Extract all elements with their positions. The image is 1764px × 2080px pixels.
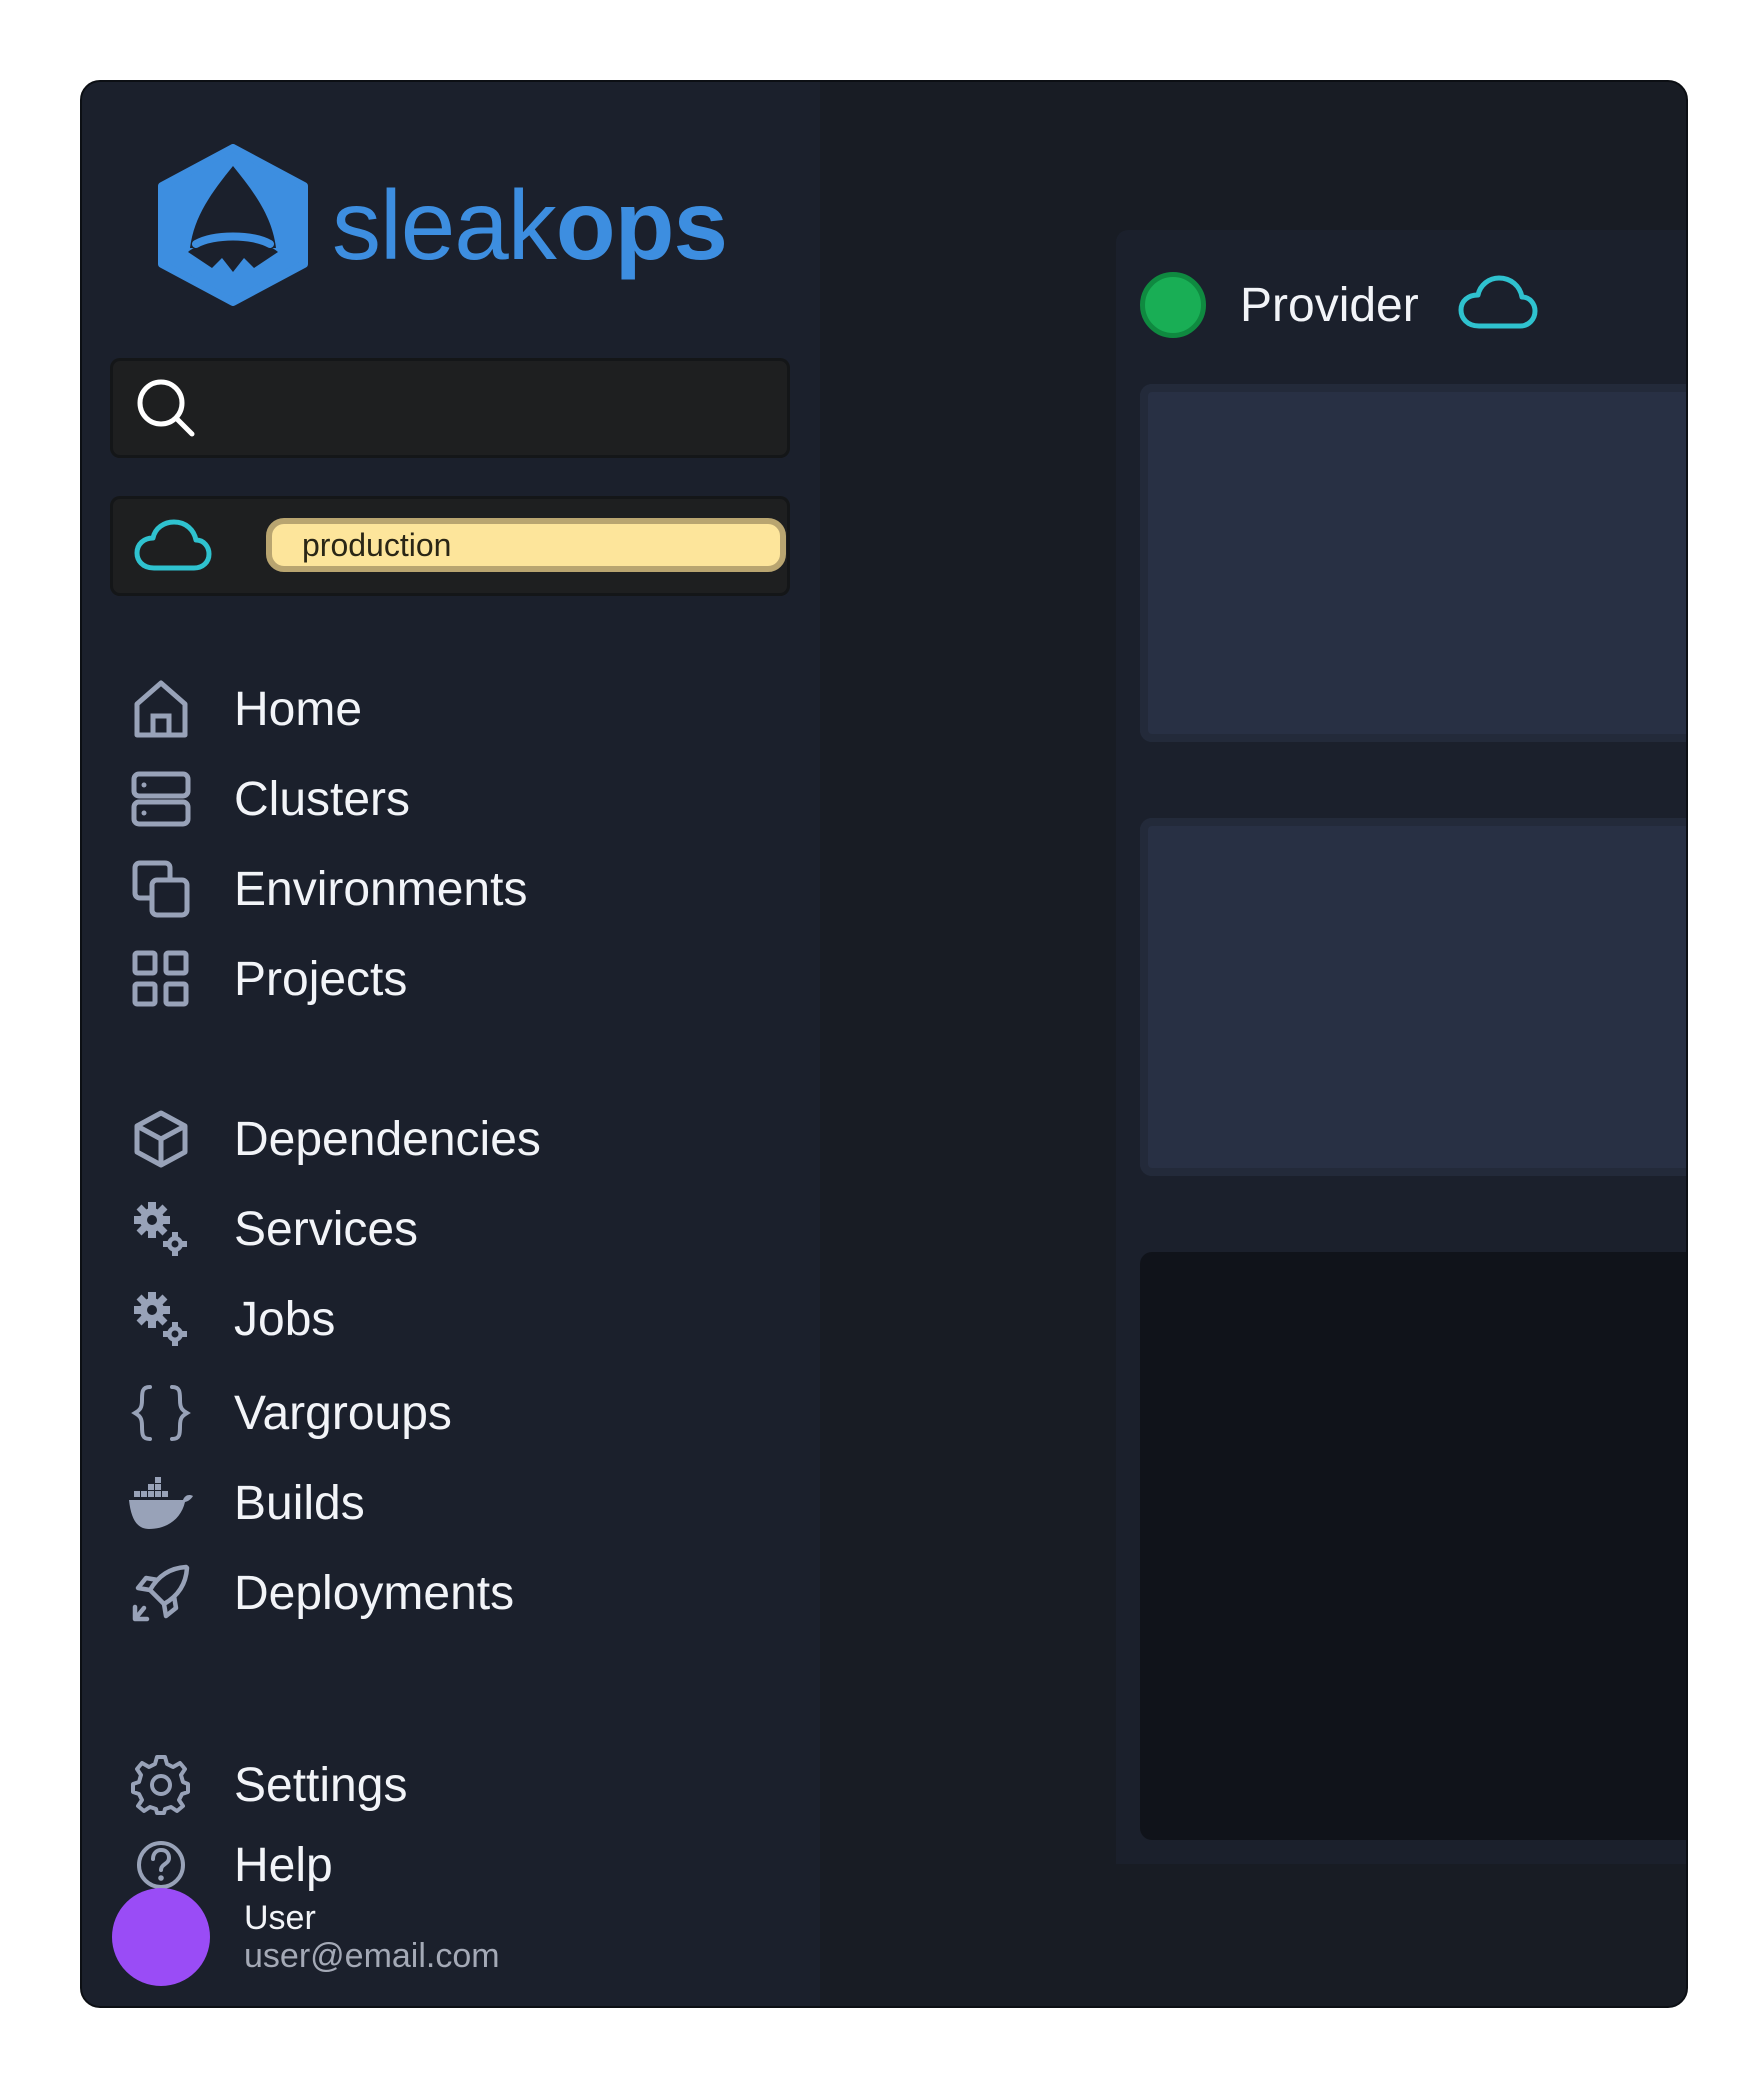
cloud-icon xyxy=(134,519,212,571)
grid-icon xyxy=(126,944,196,1014)
cogs-icon xyxy=(126,1194,196,1264)
nav-label: Environments xyxy=(234,862,528,916)
status-indicator xyxy=(1140,272,1206,338)
nav-label: Clusters xyxy=(234,772,411,826)
sidebar: sleakops production Home Clusters Enviro… xyxy=(82,82,820,2006)
nav-item-vargroups[interactable]: Vargroups xyxy=(126,1378,452,1448)
nav-item-services[interactable]: Services xyxy=(126,1194,418,1264)
provider-panel: Provider xyxy=(1116,230,1686,1864)
nav-label: Home xyxy=(234,682,363,736)
search-input[interactable] xyxy=(210,372,774,446)
provider-card-placeholder xyxy=(1140,384,1686,742)
nav-label: Vargroups xyxy=(234,1386,452,1440)
nav-item-settings[interactable]: Settings xyxy=(126,1750,407,1820)
nav-label: Jobs xyxy=(234,1292,336,1346)
nav-label: Help xyxy=(234,1838,333,1892)
nav-item-home[interactable]: Home xyxy=(126,674,362,744)
user-email: user@email.com xyxy=(244,1937,500,1975)
server-icon xyxy=(126,764,196,834)
brand-name-light: sleak xyxy=(332,170,557,280)
home-icon xyxy=(126,674,196,744)
nav-label: Deployments xyxy=(234,1566,515,1620)
search-bar[interactable] xyxy=(110,358,790,458)
nav-label: Services xyxy=(234,1202,419,1256)
provider-detail-panel xyxy=(1140,1252,1686,1840)
nav-item-projects[interactable]: Projects xyxy=(126,944,407,1014)
brand-name-bold: ops xyxy=(555,170,728,280)
rocket-icon xyxy=(126,1558,196,1628)
brand-name: sleakops xyxy=(332,176,728,274)
brand-logo[interactable]: sleakops xyxy=(154,144,728,306)
nav-label: Builds xyxy=(234,1476,365,1530)
nav-label: Dependencies xyxy=(234,1112,541,1166)
user-profile[interactable]: User user@email.com xyxy=(112,1888,500,1986)
gear-icon xyxy=(126,1750,196,1820)
nav-item-clusters[interactable]: Clusters xyxy=(126,764,410,834)
nav-item-jobs[interactable]: Jobs xyxy=(126,1284,335,1354)
avatar[interactable] xyxy=(112,1888,210,1986)
nav-item-environments[interactable]: Environments xyxy=(126,854,527,924)
app-window: sleakops production Home Clusters Enviro… xyxy=(80,80,1688,2008)
provider-card-placeholder xyxy=(1140,818,1686,1176)
cloud-icon xyxy=(1458,275,1538,329)
environment-badge: production xyxy=(266,518,786,572)
cogs-icon xyxy=(126,1284,196,1354)
provider-label: Provider xyxy=(1240,279,1419,332)
docker-icon xyxy=(126,1468,196,1538)
nav-item-builds[interactable]: Builds xyxy=(126,1468,365,1538)
search-icon xyxy=(137,379,195,437)
nav-item-deployments[interactable]: Deployments xyxy=(126,1558,514,1628)
copy-icon xyxy=(126,854,196,924)
environment-selector[interactable]: production xyxy=(110,496,790,596)
nav-label: Settings xyxy=(234,1758,408,1812)
user-info: User user@email.com xyxy=(244,1899,500,1975)
nav-label: Projects xyxy=(234,952,408,1006)
cube-icon xyxy=(126,1104,196,1174)
braces-icon xyxy=(126,1378,196,1448)
sleakops-logo-icon xyxy=(158,144,308,306)
nav-item-dependencies[interactable]: Dependencies xyxy=(126,1104,541,1174)
user-name: User xyxy=(244,1899,316,1937)
